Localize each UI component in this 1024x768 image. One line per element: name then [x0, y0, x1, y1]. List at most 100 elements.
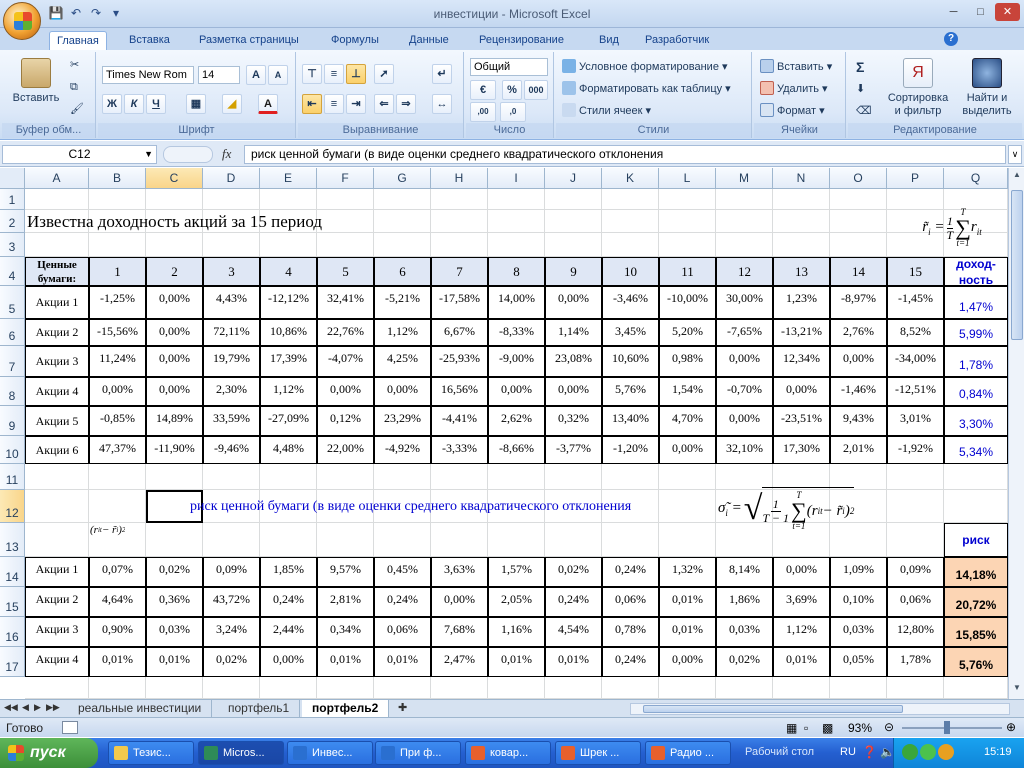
scroll-down-icon[interactable]: ▼: [1011, 683, 1023, 697]
column-header-m[interactable]: M: [716, 168, 773, 189]
tab-insert[interactable]: Вставка: [122, 31, 177, 50]
deviation-cell[interactable]: 3,69%: [773, 587, 830, 617]
grow-font-button[interactable]: A: [246, 65, 266, 85]
formula-bar-handle[interactable]: [163, 146, 213, 163]
find-select-button[interactable]: Найти и выделить: [954, 58, 1020, 118]
insert-sheet-icon[interactable]: ✚: [398, 701, 407, 714]
return-cell[interactable]: -25,93%: [431, 346, 488, 377]
increase-decimal-button[interactable]: ,00: [470, 102, 496, 122]
deviation-cell[interactable]: 0,01%: [773, 647, 830, 677]
increase-indent-button[interactable]: ⇒: [396, 94, 416, 114]
column-header-c[interactable]: C: [146, 168, 203, 189]
first-sheet-icon[interactable]: ◀◀: [4, 702, 18, 713]
deviation-cell[interactable]: 0,00%: [659, 647, 716, 677]
insert-cells-button[interactable]: Вставить ▾: [760, 58, 832, 76]
risk-cell[interactable]: 15,85%: [944, 617, 1008, 647]
return-cell[interactable]: -1,46%: [830, 377, 887, 406]
align-right-button[interactable]: ⇥: [346, 94, 366, 114]
return-cell[interactable]: -12,51%: [887, 377, 944, 406]
row-header-5[interactable]: 5: [0, 286, 25, 319]
column-header-e[interactable]: E: [260, 168, 317, 189]
font-color-button[interactable]: A: [258, 94, 278, 114]
page-break-view-icon[interactable]: ▩: [822, 721, 833, 735]
row-header-8[interactable]: 8: [0, 377, 25, 406]
deviation-cell[interactable]: 0,90%: [89, 617, 146, 647]
return-cell[interactable]: 33,59%: [203, 406, 260, 436]
row-header-3[interactable]: 3: [0, 233, 25, 257]
return-cell[interactable]: 1,12%: [374, 319, 431, 346]
page-layout-view-icon[interactable]: ▫: [804, 721, 808, 735]
return-cell[interactable]: -17,58%: [431, 286, 488, 319]
deviation-cell[interactable]: 0,02%: [716, 647, 773, 677]
borders-button[interactable]: ▦: [186, 94, 206, 114]
row-header-13[interactable]: 13: [0, 523, 25, 557]
period-header-14[interactable]: 14: [830, 257, 887, 286]
spreadsheet-grid[interactable]: ABCDEFGHIJKLMNOPQ 1 2 3 4 5 6 7 8 9 10 11 12 13 14 15 1…: [0, 168, 1008, 699]
column-header-p[interactable]: P: [887, 168, 944, 189]
deviation-cell[interactable]: 0,01%: [374, 647, 431, 677]
row-header-9[interactable]: 9: [0, 406, 25, 436]
deviation-cell[interactable]: 1,85%: [260, 557, 317, 587]
deviation-cell[interactable]: 3,63%: [431, 557, 488, 587]
return-cell[interactable]: -3,33%: [431, 436, 488, 464]
return-cell[interactable]: 0,00%: [773, 377, 830, 406]
period-header-6[interactable]: 6: [374, 257, 431, 286]
deviation-cell[interactable]: 0,24%: [602, 647, 659, 677]
return-cell[interactable]: 0,00%: [545, 286, 602, 319]
scroll-up-icon[interactable]: ▲: [1011, 170, 1023, 184]
align-center-button[interactable]: ≡: [324, 94, 344, 114]
period-header-4[interactable]: 4: [260, 257, 317, 286]
delete-cells-button[interactable]: Удалить ▾: [760, 80, 828, 98]
maximize-button[interactable]: □: [968, 3, 993, 21]
language-indicator[interactable]: RU: [840, 746, 856, 758]
sheet-tab-portfolio1[interactable]: портфель1: [218, 700, 301, 717]
return-cell[interactable]: -5,21%: [374, 286, 431, 319]
deviation-cell[interactable]: 0,78%: [602, 617, 659, 647]
deviation-cell[interactable]: 0,24%: [260, 587, 317, 617]
vertical-scrollbar[interactable]: ▲ ▼: [1008, 168, 1024, 699]
return-cell[interactable]: 4,48%: [260, 436, 317, 464]
period-header-8[interactable]: 8: [488, 257, 545, 286]
security-name-cell[interactable]: Акции 3: [25, 617, 89, 647]
conditional-formatting-button[interactable]: Условное форматирование ▾: [562, 58, 728, 76]
security-name-cell[interactable]: Акции 1: [25, 286, 89, 319]
return-cell[interactable]: 0,98%: [659, 346, 716, 377]
deviation-cell[interactable]: 0,07%: [89, 557, 146, 587]
return-cell[interactable]: -3,77%: [545, 436, 602, 464]
deviation-cell[interactable]: 1,32%: [659, 557, 716, 587]
return-cell[interactable]: 10,86%: [260, 319, 317, 346]
column-header-q[interactable]: Q: [944, 168, 1008, 189]
taskbar-button[interactable]: Тезис...: [108, 741, 194, 765]
column-header-i[interactable]: I: [488, 168, 545, 189]
align-bottom-button[interactable]: ⊥: [346, 64, 366, 84]
return-cell[interactable]: 14,00%: [488, 286, 545, 319]
return-cell[interactable]: 0,00%: [716, 406, 773, 436]
deviation-cell[interactable]: 0,00%: [431, 587, 488, 617]
cell-styles-button[interactable]: Стили ячеек ▾: [562, 102, 651, 120]
zoom-slider[interactable]: [902, 727, 1002, 729]
return-cell[interactable]: -10,00%: [659, 286, 716, 319]
security-name-cell[interactable]: Акции 1: [25, 557, 89, 587]
next-sheet-icon[interactable]: ▶: [34, 702, 41, 713]
decrease-indent-button[interactable]: ⇐: [374, 94, 394, 114]
risk-header[interactable]: риск: [944, 523, 1008, 557]
decrease-decimal-button[interactable]: ,0: [500, 102, 526, 122]
security-name-cell[interactable]: Акции 2: [25, 587, 89, 617]
align-top-button[interactable]: ⊤: [302, 64, 322, 84]
return-cell[interactable]: 3,01%: [887, 406, 944, 436]
deviation-cell[interactable]: 0,01%: [545, 647, 602, 677]
return-cell[interactable]: -9,46%: [203, 436, 260, 464]
return-cell[interactable]: 8,52%: [887, 319, 944, 346]
deviation-cell[interactable]: 12,80%: [887, 617, 944, 647]
tab-page-layout[interactable]: Разметка страницы: [192, 31, 306, 50]
return-cell[interactable]: -8,97%: [830, 286, 887, 319]
formula-input[interactable]: риск ценной бумаги (в виде оценки средне…: [244, 145, 1006, 164]
return-cell[interactable]: 0,00%: [317, 377, 374, 406]
income-cell[interactable]: 5,34%: [944, 436, 1008, 464]
taskbar-button[interactable]: ковар...: [465, 741, 551, 765]
column-header-d[interactable]: D: [203, 168, 260, 189]
deviation-cell[interactable]: 0,09%: [203, 557, 260, 587]
return-cell[interactable]: 1,54%: [659, 377, 716, 406]
tab-view[interactable]: Вид: [592, 31, 626, 50]
return-cell[interactable]: 30,00%: [716, 286, 773, 319]
